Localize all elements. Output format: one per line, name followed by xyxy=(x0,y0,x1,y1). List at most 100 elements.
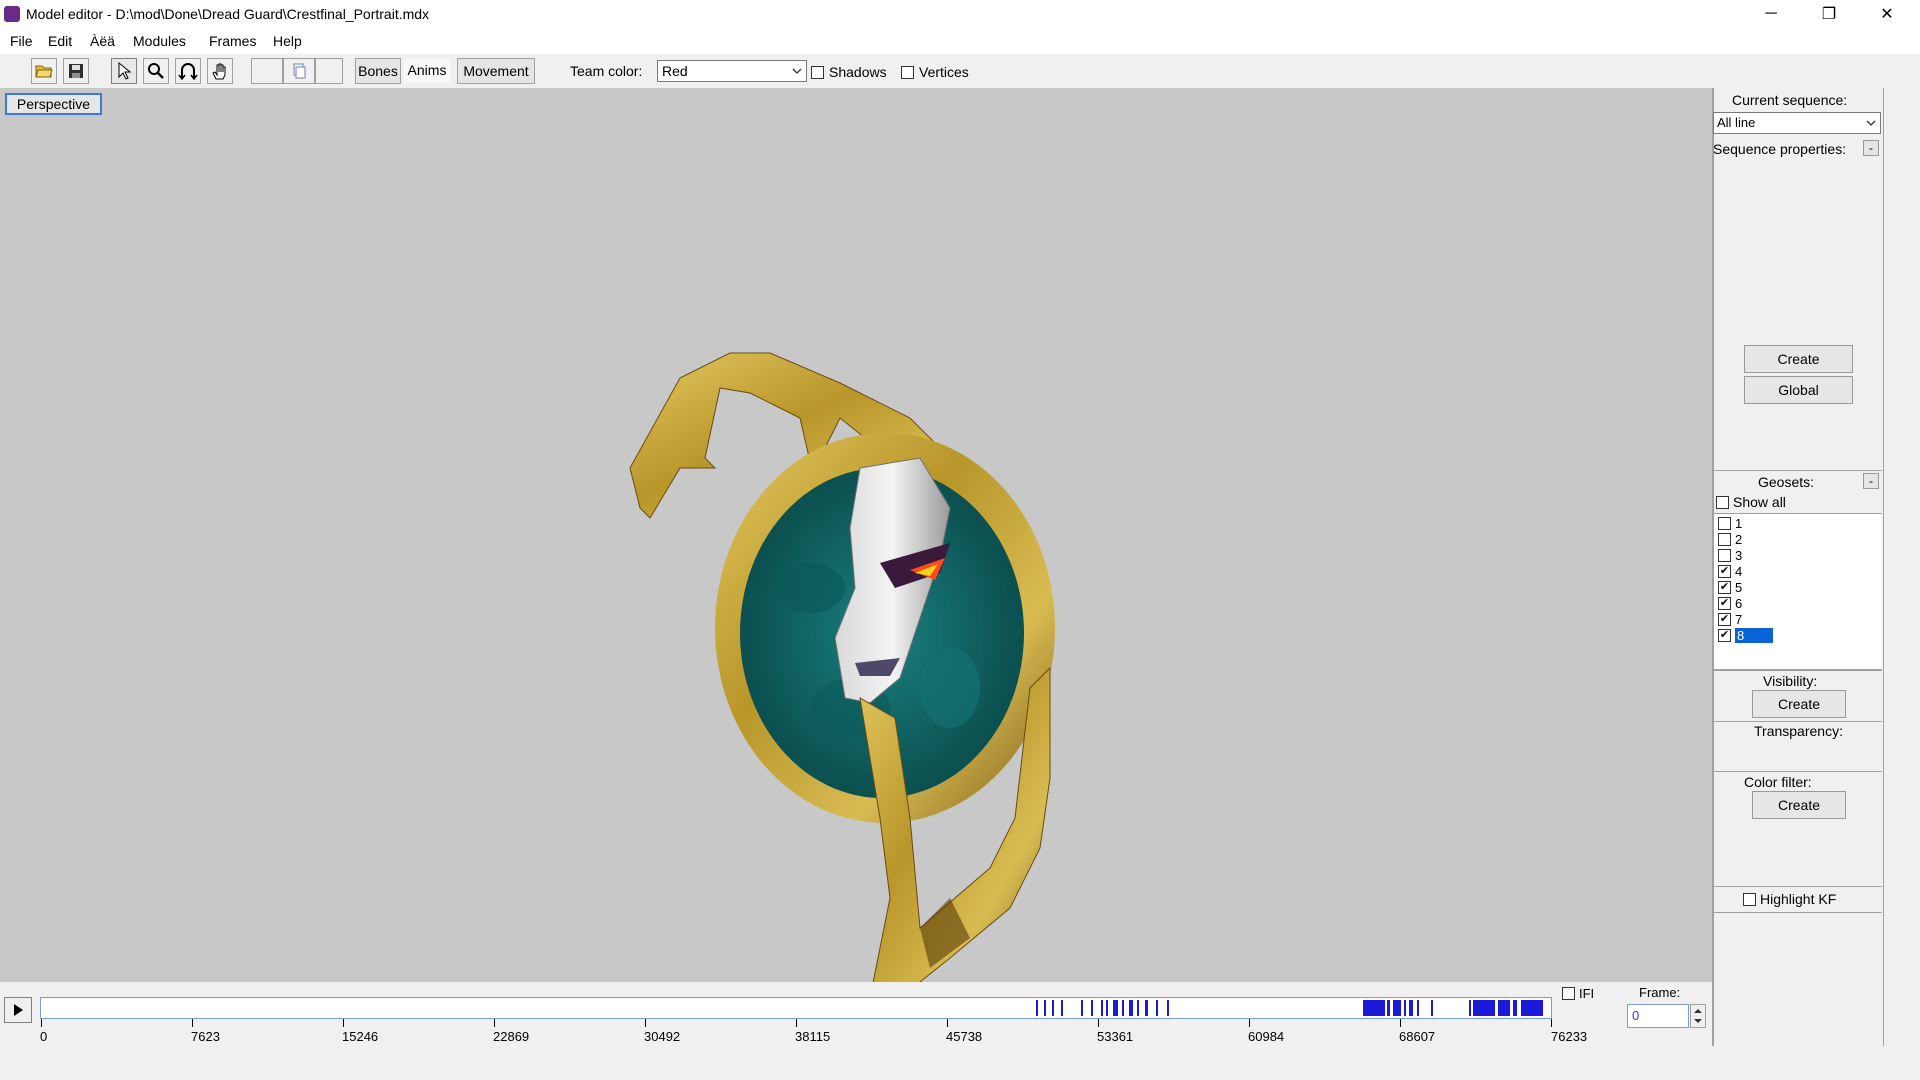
copy-button[interactable] xyxy=(283,58,315,84)
zoom-tool-button[interactable] xyxy=(143,58,169,84)
show-all-label: Show all xyxy=(1733,494,1786,510)
keyframe-marker xyxy=(1113,1000,1118,1016)
keyframe-marker xyxy=(1122,1000,1124,1016)
menu-frames[interactable]: Frames xyxy=(209,33,256,49)
timeline-tick-label: 30492 xyxy=(644,1029,681,1044)
geosets-label: Geosets: xyxy=(1758,474,1815,490)
timeline-tick-label: 38115 xyxy=(795,1029,831,1044)
team-color-select[interactable]: Red xyxy=(657,60,807,82)
divider xyxy=(1714,886,1882,887)
menu-help[interactable]: Help xyxy=(273,33,302,49)
keyframe-marker xyxy=(1091,1000,1093,1016)
bones-tab[interactable]: Bones xyxy=(355,58,401,84)
divider xyxy=(1714,470,1882,471)
frame-label: Frame: xyxy=(1639,985,1681,1000)
keyframe-marker xyxy=(1052,1000,1054,1016)
close-button[interactable]: ✕ xyxy=(1858,0,1916,28)
highlight-kf-label: Highlight KF xyxy=(1760,891,1837,907)
current-sequence-value: All line xyxy=(1717,115,1756,130)
geoset-7-checkbox[interactable]: ✔ xyxy=(1718,612,1731,626)
keyframe-marker xyxy=(1145,1000,1148,1016)
team-color-value: Red xyxy=(662,63,688,79)
movement-tab[interactable]: Movement xyxy=(457,58,535,84)
current-sequence-select[interactable]: All line xyxy=(1713,112,1881,134)
frame-input[interactable]: 0 xyxy=(1627,1004,1689,1028)
geoset-2-checkbox[interactable] xyxy=(1718,532,1731,546)
highlight-kf-toggle[interactable]: Highlight KF xyxy=(1743,891,1836,907)
frame-stepper[interactable] xyxy=(1690,1004,1706,1028)
timeline-tick xyxy=(494,1019,495,1027)
tool-blank-button-2[interactable] xyxy=(315,58,343,84)
geoset-5-checkbox[interactable]: ✔ xyxy=(1718,580,1731,594)
geoset-item-5[interactable]: ✔ 5 xyxy=(1718,579,1742,595)
timeline-tick-label: 22869 xyxy=(493,1029,530,1044)
ifi-checkbox[interactable] xyxy=(1562,987,1575,1000)
anims-tab[interactable]: Anims xyxy=(403,58,451,84)
show-all-checkbox[interactable] xyxy=(1716,495,1729,509)
ifi-label: IFI xyxy=(1579,986,1595,1001)
save-icon xyxy=(69,64,83,78)
geoset-item-2[interactable]: 2 xyxy=(1718,531,1742,547)
select-tool-button[interactable] xyxy=(111,58,137,84)
geoset-1-checkbox[interactable] xyxy=(1718,516,1731,530)
menu-aea[interactable]: Àëä xyxy=(90,33,115,49)
shadows-toggle[interactable]: Shadows xyxy=(811,64,887,80)
color-filter-create-button[interactable]: Create xyxy=(1752,791,1846,819)
visibility-create-button[interactable]: Create xyxy=(1752,690,1846,718)
geoset-item-4[interactable]: ✔ 4 xyxy=(1718,563,1742,579)
shadows-checkbox[interactable] xyxy=(811,65,824,79)
global-sequence-button[interactable]: Global xyxy=(1744,376,1853,404)
minimize-button[interactable]: ─ xyxy=(1742,0,1800,28)
create-sequence-button[interactable]: Create xyxy=(1744,345,1853,373)
keyframe-marker xyxy=(1521,1000,1543,1016)
chevron-down-icon xyxy=(792,68,802,74)
vertices-toggle[interactable]: Vertices xyxy=(901,64,969,80)
highlight-kf-checkbox[interactable] xyxy=(1743,892,1756,906)
geoset-item-6[interactable]: ✔ 6 xyxy=(1718,595,1742,611)
geoset-item-8[interactable]: ✔ 8 xyxy=(1718,627,1773,643)
menu-file[interactable]: File xyxy=(10,33,33,49)
geoset-item-1[interactable]: 1 xyxy=(1718,515,1742,531)
ifi-toggle[interactable]: IFI xyxy=(1562,986,1594,1001)
timeline-tick-label: 45738 xyxy=(946,1029,983,1044)
maximize-button[interactable]: ❐ xyxy=(1800,0,1858,28)
timeline-tick xyxy=(796,1019,797,1027)
3d-viewport[interactable] xyxy=(0,88,1712,999)
geoset-3-checkbox[interactable] xyxy=(1718,548,1731,562)
geoset-6-checkbox[interactable]: ✔ xyxy=(1718,596,1731,610)
rotate-tool-button[interactable] xyxy=(175,58,201,84)
geoset-label: 4 xyxy=(1735,563,1743,579)
vertices-checkbox[interactable] xyxy=(901,65,914,79)
timeline-tick-label: 53361 xyxy=(1097,1029,1134,1044)
keyframe-marker xyxy=(1431,1000,1433,1016)
geoset-item-7[interactable]: ✔ 7 xyxy=(1718,611,1742,627)
timeline-tick xyxy=(645,1019,646,1027)
show-all-toggle[interactable]: Show all xyxy=(1716,494,1786,510)
geosets-collapse-button[interactable]: - xyxy=(1863,473,1879,489)
sequence-collapse-button[interactable]: - xyxy=(1863,140,1879,156)
timeline-tick xyxy=(192,1019,193,1027)
play-button[interactable] xyxy=(4,997,32,1023)
save-button[interactable] xyxy=(63,58,89,84)
geoset-label: 3 xyxy=(1735,547,1743,563)
keyframe-marker xyxy=(1417,1000,1419,1016)
tool-blank-button[interactable] xyxy=(251,58,283,84)
geoset-label: 8 xyxy=(1735,627,1773,643)
window-title: Model editor - D:\mod\Done\Dread Guard\C… xyxy=(26,6,430,22)
divider xyxy=(1714,670,1882,671)
menu-modules[interactable]: Modules xyxy=(133,33,186,49)
geoset-4-checkbox[interactable]: ✔ xyxy=(1718,564,1731,578)
app-icon xyxy=(4,6,20,22)
open-button[interactable] xyxy=(31,58,57,84)
geoset-item-3[interactable]: 3 xyxy=(1718,547,1742,563)
menu-edit[interactable]: Edit xyxy=(48,33,72,49)
geoset-8-checkbox[interactable]: ✔ xyxy=(1718,628,1731,642)
open-icon xyxy=(35,65,53,78)
keyframe-marker xyxy=(1513,1000,1517,1016)
keyframe-marker xyxy=(1473,1000,1495,1016)
timeline-track[interactable] xyxy=(40,997,1552,1019)
perspective-button[interactable]: Perspective xyxy=(5,93,102,115)
pan-tool-button[interactable] xyxy=(207,58,233,84)
model-portrait-render xyxy=(629,352,1055,999)
timeline-tick-label: 76233 xyxy=(1551,1029,1588,1044)
